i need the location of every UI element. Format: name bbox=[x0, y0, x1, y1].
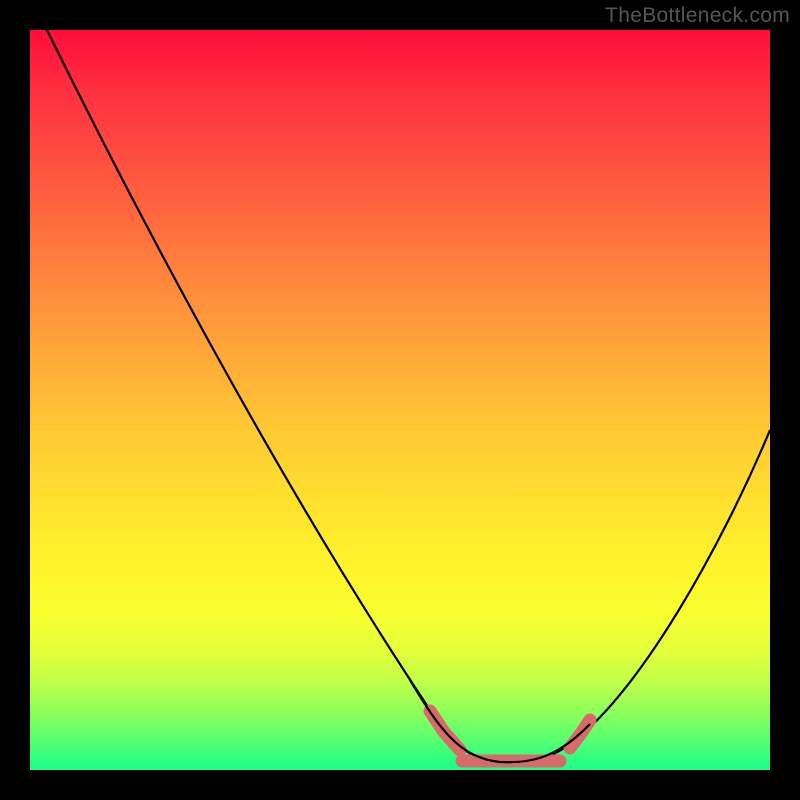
highlight-dots bbox=[430, 711, 590, 761]
curve-line bbox=[42, 30, 770, 762]
chart-frame: TheBottleneck.com bbox=[0, 0, 800, 800]
watermark-text: TheBottleneck.com bbox=[605, 4, 790, 28]
chart-svg bbox=[30, 30, 770, 770]
plot-area bbox=[30, 30, 770, 770]
